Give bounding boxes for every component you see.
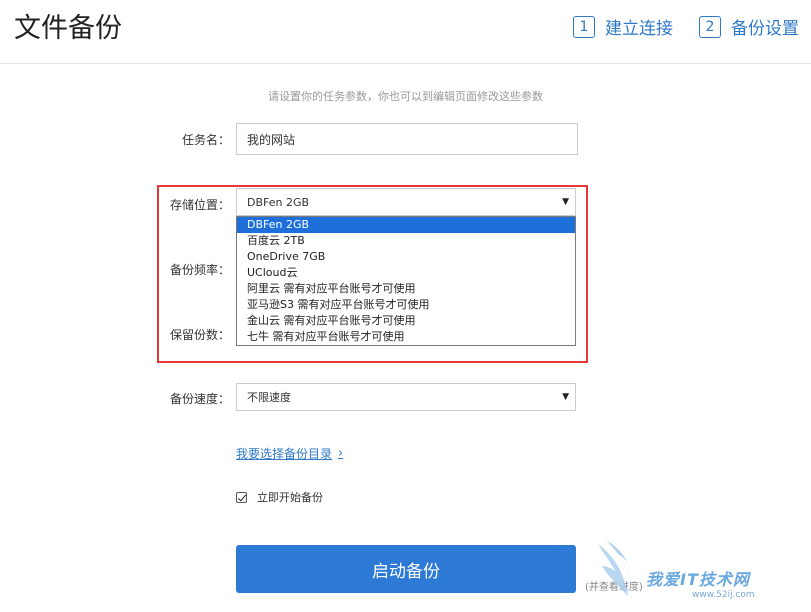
- form-hint-text: 请设置你的任务参数，你也可以到编辑页面修改这些参数: [268, 90, 543, 103]
- watermark-url: www.52ij.com: [692, 590, 755, 600]
- step-label: 备份设置: [731, 19, 799, 39]
- page-title: 文件备份: [14, 13, 122, 44]
- step-settings[interactable]: 2 备份设置: [699, 14, 799, 39]
- speed-select[interactable]: 不限速度 ▼: [236, 383, 576, 411]
- step-number: 2: [699, 15, 721, 38]
- choose-directory-link-text: 我要选择备份目录: [236, 447, 333, 461]
- step-number: 1: [573, 15, 595, 38]
- wizard-steps: 1 建立连接 2 备份设置: [547, 14, 799, 39]
- start-now-row[interactable]: 立即开始备份: [236, 489, 323, 505]
- start-now-label: 立即开始备份: [257, 491, 323, 504]
- task-name-label: 任务名：: [181, 133, 230, 147]
- watermark: 我爱IT技术网 www.52ij.com: [596, 536, 808, 610]
- choose-directory-link[interactable]: 我要选择备份目录 ›: [236, 445, 343, 462]
- speed-label: 备份速度：: [169, 392, 230, 406]
- header: 文件备份 1 建立连接 2 备份设置: [0, 0, 811, 64]
- start-now-checkbox[interactable]: [236, 491, 247, 503]
- watermark-title: 我爱IT技术网: [646, 570, 750, 589]
- form-hint: 请设置你的任务参数，你也可以到编辑页面修改这些参数: [0, 88, 811, 104]
- task-name-input[interactable]: [236, 123, 578, 155]
- step-connect[interactable]: 1 建立连接: [573, 14, 673, 39]
- step-label: 建立连接: [605, 19, 673, 39]
- wings-logo-icon: [598, 540, 634, 596]
- highlight-box: [157, 185, 588, 363]
- speed-selected-value: 不限速度: [247, 391, 291, 404]
- dropdown-arrow-icon: ▼: [562, 392, 569, 402]
- start-backup-button[interactable]: 启动备份: [236, 545, 576, 593]
- progress-note: (并查看进度): [585, 582, 643, 593]
- chevron-right-icon: ›: [338, 446, 344, 461]
